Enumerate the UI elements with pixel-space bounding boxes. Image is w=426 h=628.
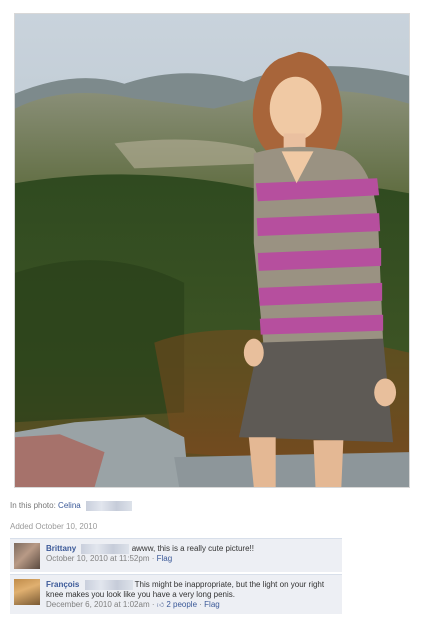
- likes-link[interactable]: 2 people: [166, 600, 197, 609]
- avatar[interactable]: [14, 579, 40, 605]
- comment-text: awww, this is a really cute picture!!: [131, 544, 254, 554]
- comment-author-link[interactable]: François: [46, 580, 79, 589]
- comment-timestamp[interactable]: December 6, 2010 at 1:02am: [46, 600, 150, 609]
- thumbs-up-icon: 👍︎: [156, 602, 165, 610]
- separator: ·: [151, 600, 155, 610]
- photo-tags: In this photo: Celina: [10, 501, 132, 511]
- comment-timestamp[interactable]: October 10, 2010 at 11:52pm: [46, 554, 149, 563]
- separator: ·: [199, 600, 202, 610]
- photo[interactable]: [14, 13, 410, 488]
- redacted-surname: [84, 580, 133, 590]
- flag-link[interactable]: Flag: [157, 554, 173, 563]
- flag-link[interactable]: Flag: [204, 600, 220, 609]
- comment-author-link[interactable]: Brittany: [46, 544, 76, 553]
- avatar[interactable]: [14, 543, 40, 569]
- comment-body: François This might be inappropriate, bu…: [46, 580, 336, 611]
- comment-body: Brittany awww, this is a really cute pic…: [46, 544, 336, 564]
- redacted-surname: [81, 544, 130, 554]
- comment: Brittany awww, this is a really cute pic…: [10, 538, 342, 572]
- comment: François This might be inappropriate, bu…: [10, 574, 342, 614]
- tags-prefix: In this photo:: [10, 501, 56, 511]
- added-date: Added October 10, 2010: [10, 522, 98, 531]
- separator: ·: [151, 554, 155, 564]
- redacted-surname: [85, 501, 132, 511]
- tagged-person-link[interactable]: Celina: [58, 501, 81, 510]
- photo-image: [15, 14, 409, 487]
